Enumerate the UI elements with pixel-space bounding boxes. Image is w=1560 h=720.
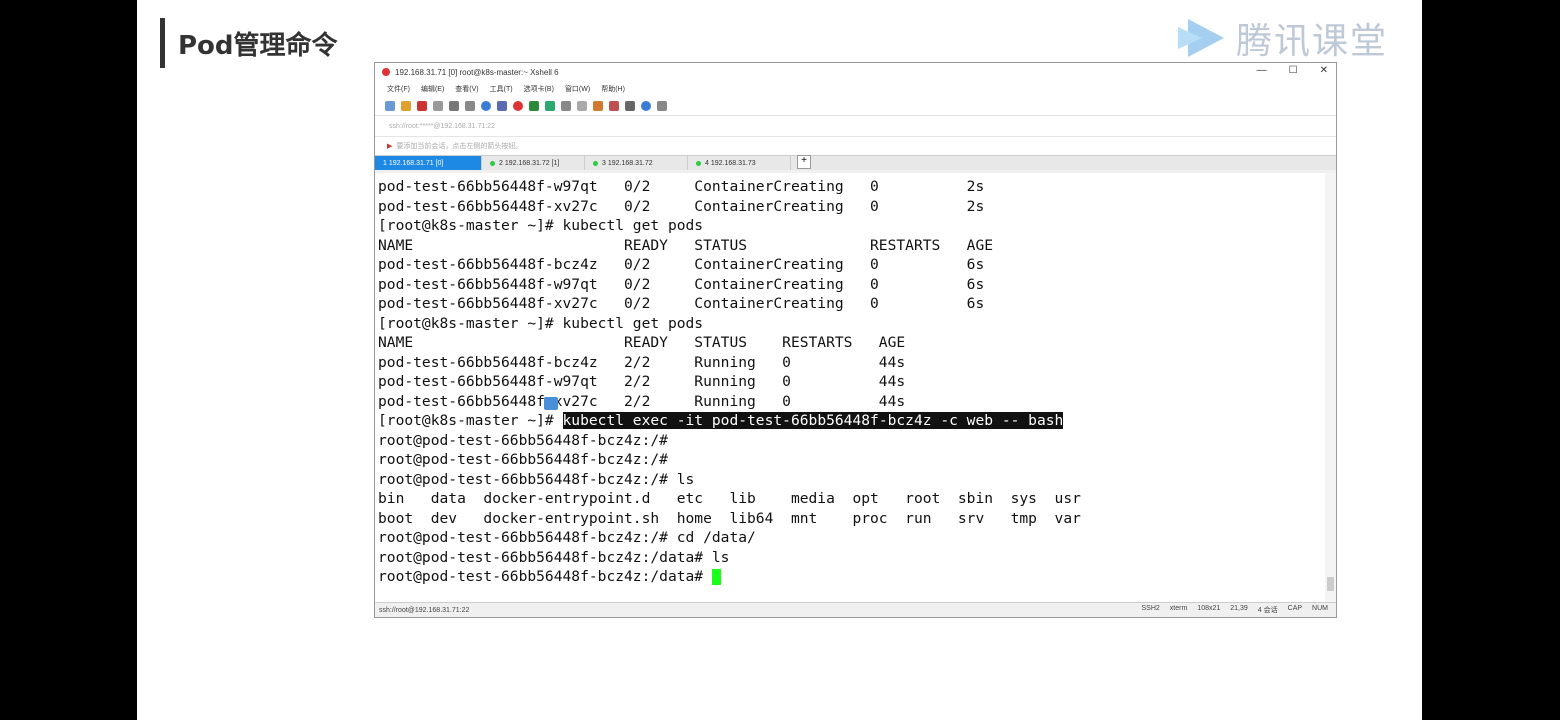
play-logo-icon: [1178, 19, 1224, 57]
tab-session-1[interactable]: 1 192.168.31.71 [0]: [375, 156, 482, 170]
fullscreen-icon[interactable]: [545, 101, 555, 111]
status-size: 108x21: [1197, 605, 1221, 612]
connected-status-icon: [593, 160, 598, 166]
status-num: NUM: [1312, 605, 1328, 612]
terminal-line: [root@k8s-master ~]# kubectl get pods: [378, 217, 704, 234]
status-cursor-pos: 21,39: [1230, 605, 1248, 612]
terminal-line: NAME READY STATUS RESTARTS AGE: [378, 236, 994, 254]
toolbar: [375, 97, 1336, 116]
status-bar: ssh://root@192.168.31.71:22 SSH2 xterm 1…: [375, 602, 1336, 617]
menu-window[interactable]: 窗口(W): [565, 84, 590, 94]
terminal-line: root@pod-test-66bb56448f-bcz4z:/#: [378, 431, 668, 449]
search-icon[interactable]: [465, 101, 475, 111]
font-icon[interactable]: [497, 101, 507, 111]
reconnect-icon[interactable]: [433, 101, 443, 111]
window-title: 192.168.31.71 [0] root@k8s-master:~ Xshe…: [395, 67, 559, 77]
logo-text: 腾讯课堂: [1236, 21, 1389, 62]
disconnect-icon[interactable]: [417, 101, 427, 111]
terminal-line: root@pod-test-66bb56448f-bcz4z:/# cd /da…: [378, 529, 756, 546]
session-hint-bar: ▶ 要添加当前会话，点击左侧的箭头按钮。: [375, 137, 1336, 156]
status-protocol: SSH2: [1141, 605, 1160, 612]
terminal-line: pod-test-66bb56448f-bcz4z 0/2 ContainerC…: [378, 256, 985, 273]
help-icon[interactable]: [641, 101, 651, 111]
transfer-icon[interactable]: [609, 101, 619, 111]
terminal-line: pod-test-66bb56448f-xv27c 0/2 ContainerC…: [378, 197, 985, 215]
menu-tools[interactable]: 工具(T): [490, 84, 513, 94]
floating-note-icon[interactable]: [544, 397, 558, 410]
window-titlebar: 192.168.31.71 [0] root@k8s-master:~ Xshe…: [375, 63, 1336, 81]
terminal-exec-line: [root@k8s-master ~]# kubectl exec -it po…: [378, 411, 1325, 431]
tab-label: 4 192.168.31.73: [705, 159, 756, 167]
terminal-line: root@pod-test-66bb56448f-bcz4z:/data# ls: [378, 548, 730, 566]
settings-icon[interactable]: [657, 101, 667, 111]
tab-session-2[interactable]: 2 192.168.31.72 [1]: [482, 156, 585, 170]
terminal-scrollbar[interactable]: [1325, 173, 1336, 603]
terminal-line: pod-test-66bb56448f-xv27c 0/2 ContainerC…: [378, 295, 985, 312]
compose-icon[interactable]: [593, 101, 603, 111]
status-connection: ssh://root@192.168.31.71:22: [379, 606, 470, 614]
session-tabs: 1 192.168.31.71 [0] 2 192.168.31.72 [1] …: [375, 155, 1336, 170]
connected-status-icon: [696, 160, 701, 166]
xshell-window: 192.168.31.71 [0] root@k8s-master:~ Xshe…: [374, 62, 1337, 618]
menu-bar: 文件(F) 编辑(E) 查看(V) 工具(T) 选项卡(B) 窗口(W) 帮助(…: [375, 81, 1336, 97]
tencent-classroom-logo: 腾讯课堂: [1170, 12, 1388, 64]
terminal-line: root@pod-test-66bb56448f-bcz4z:/# ls: [378, 470, 695, 488]
status-caps: CAP: [1287, 605, 1303, 612]
terminal-line: pod-test-66bb56448f-w97qt 0/2 ContainerC…: [378, 275, 985, 293]
title-accent-bar: [160, 18, 165, 68]
add-tab-button[interactable]: +: [797, 155, 811, 169]
terminal-area[interactable]: pod-test-66bb56448f-w97qt 0/2 ContainerC…: [375, 173, 1325, 603]
script-icon[interactable]: [529, 101, 539, 111]
hint-text: 要添加当前会话，点击左侧的箭头按钮。: [396, 143, 523, 150]
terminal-line: NAME READY STATUS RESTARTS AGE: [378, 334, 906, 351]
terminal-line: pod-test-66bb56448f-bcz4z 2/2 Running 0 …: [378, 353, 906, 371]
status-sessions: 4 会话: [1257, 607, 1278, 614]
terminal-line: pod-test-66bb56448f-xv27c 2/2 Running 0 …: [378, 392, 906, 410]
menu-help[interactable]: 帮助(H): [601, 84, 625, 94]
tab-session-3[interactable]: 3 192.168.31.72: [585, 156, 688, 170]
tab-session-4[interactable]: 4 192.168.31.73: [688, 156, 791, 170]
terminal-line: [root@k8s-master ~]# kubectl get pods: [378, 314, 704, 332]
new-session-icon[interactable]: [385, 101, 395, 111]
open-folder-icon[interactable]: [401, 101, 411, 111]
menu-view[interactable]: 查看(V): [455, 84, 478, 94]
menu-tabs[interactable]: 选项卡(B): [524, 84, 554, 94]
prompt: [root@k8s-master ~]#: [378, 412, 563, 429]
slide-title: Pod管理命令: [178, 31, 338, 61]
copy-icon[interactable]: [449, 101, 459, 111]
keyboard-icon[interactable]: [577, 101, 587, 111]
tab-label: 2 192.168.31.72 [1]: [499, 159, 560, 167]
terminal-line: pod-test-66bb56448f-w97qt 0/2 ContainerC…: [378, 178, 985, 195]
tab-label: 1 192.168.31.71 [0]: [383, 159, 444, 167]
terminal-cursor: [711, 569, 721, 585]
xftp-icon[interactable]: [513, 101, 523, 111]
address-text: ssh://root:*****@192.168.31.71:22: [389, 122, 495, 130]
lock-icon[interactable]: [561, 101, 571, 111]
status-terminal-type: xterm: [1169, 605, 1188, 612]
menu-file[interactable]: 文件(F): [387, 84, 410, 94]
bookmark-icon[interactable]: ▶: [387, 142, 392, 150]
address-bar[interactable]: ssh://root:*****@192.168.31.71:22: [375, 116, 1336, 137]
scrollbar-thumb[interactable]: [1327, 577, 1334, 591]
connected-status-icon: [490, 160, 495, 166]
tab-label: 3 192.168.31.72: [602, 159, 653, 167]
prompt: root@pod-test-66bb56448f-bcz4z:/data#: [378, 568, 712, 585]
terminal-line: boot dev docker-entrypoint.sh home lib64…: [378, 509, 1081, 527]
globe-icon[interactable]: [481, 101, 491, 111]
xshell-icon: [382, 68, 390, 76]
terminal-current-line: root@pod-test-66bb56448f-bcz4z:/data#: [378, 567, 1325, 587]
layout-icon[interactable]: [625, 101, 635, 111]
terminal-line: pod-test-66bb56448f-w97qt 2/2 Running 0 …: [378, 373, 906, 390]
terminal-line: root@pod-test-66bb56448f-bcz4z:/#: [378, 451, 668, 468]
terminal-line: bin data docker-entrypoint.d etc lib med…: [378, 490, 1081, 507]
minimize-button[interactable]: —: [1257, 65, 1267, 76]
maximize-button[interactable]: ☐: [1289, 65, 1298, 76]
close-button[interactable]: ✕: [1320, 65, 1328, 76]
selected-command: kubectl exec -it pod-test-66bb56448f-bcz…: [562, 412, 1064, 429]
menu-edit[interactable]: 编辑(E): [421, 84, 444, 94]
